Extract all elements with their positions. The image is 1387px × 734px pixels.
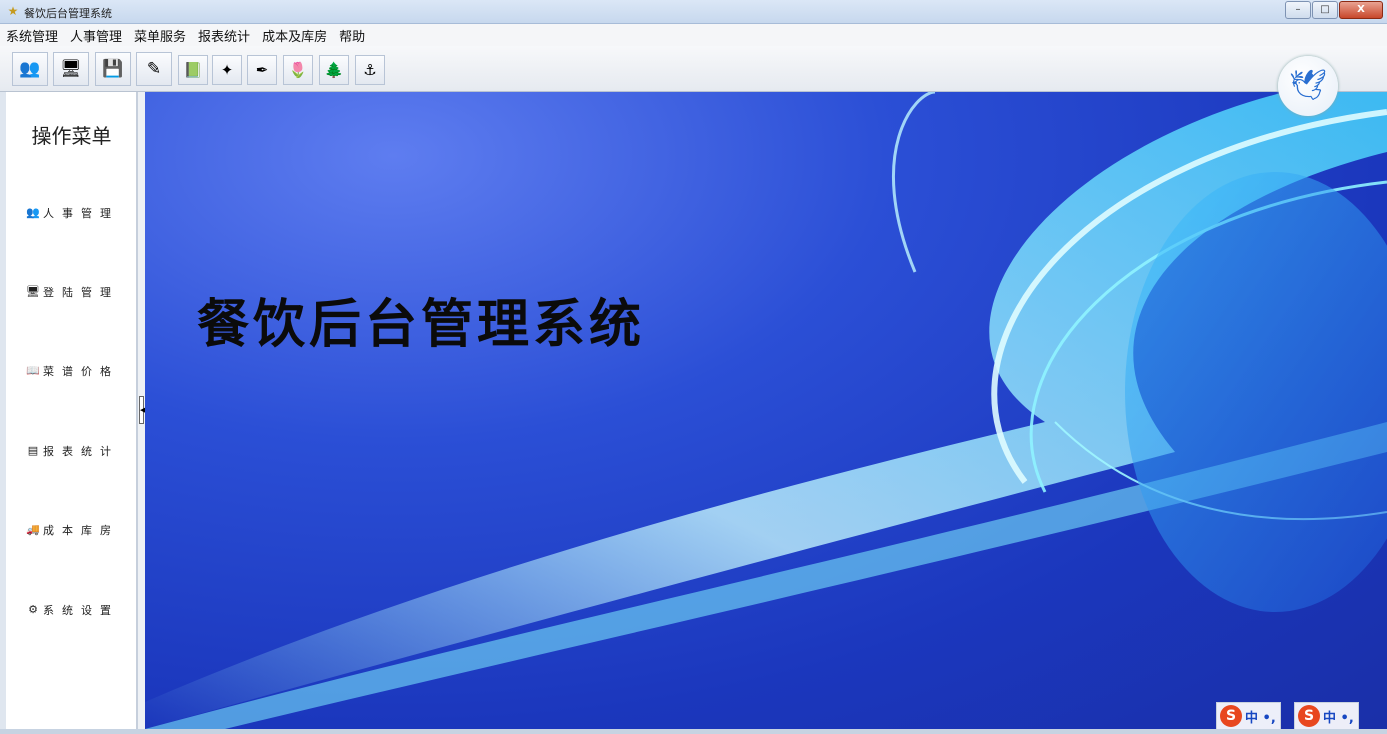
tree-icon: 🌲: [324, 61, 344, 79]
sidebar-item-label: 系统设置: [43, 604, 119, 617]
report-icon: ▤: [27, 444, 39, 457]
sidebar-item-login[interactable]: 🖥 登陆管理: [26, 284, 119, 300]
hero-title: 餐饮后台管理系统: [197, 294, 646, 355]
toolbar-tulip-button[interactable]: 🌷: [283, 55, 313, 85]
gear-icon: ⚙: [28, 603, 38, 616]
users-icon: 👥: [26, 206, 40, 219]
ime-status: 中 •,: [1323, 710, 1354, 726]
ime-tray-2[interactable]: S 中 •,: [1294, 702, 1359, 730]
sidebar-item-label: 报表统计: [43, 445, 119, 458]
window-controls: – □ X: [1284, 1, 1383, 19]
sidebar-title: 操作菜单: [31, 124, 112, 148]
sidebar-item-label: 登陆管理: [43, 286, 119, 299]
computer-icon: 🖥: [26, 285, 40, 298]
anchor-icon: ⚓: [363, 61, 377, 79]
edit-icon: ✎: [146, 59, 162, 79]
maximize-button[interactable]: □: [1312, 1, 1338, 19]
toolbar-monitor-button[interactable]: 🖥: [53, 52, 89, 86]
sidebar-item-label: 菜谱价格: [43, 365, 119, 378]
menu-menu-service[interactable]: 菜单服务: [134, 26, 186, 45]
users-icon: 👥: [19, 59, 41, 79]
title-bar: ★ 餐饮后台管理系统 – □ X: [0, 0, 1387, 24]
book-icon: 📗: [183, 61, 203, 79]
menu-bar: 系统管理 人事管理 菜单服务 报表统计 成本及库房 帮助: [0, 24, 1387, 46]
main-panel: 餐饮后台管理系统: [145, 92, 1387, 729]
toolbar-save-button[interactable]: 💾: [95, 52, 131, 86]
toolbar-edit-button[interactable]: ✎: [136, 52, 172, 86]
menu-cost-warehouse[interactable]: 成本及库房: [262, 26, 327, 45]
monitor-icon: 🖥: [60, 59, 82, 79]
book-icon: 📖: [26, 364, 40, 377]
bird-logo-icon: 🕊: [1278, 56, 1338, 116]
ime-status: 中 •,: [1245, 710, 1276, 726]
sidebar-item-menu-price[interactable]: 📖 菜谱价格: [26, 363, 119, 379]
pen-icon: ✒: [255, 61, 269, 79]
ime-tray-1[interactable]: S 中 •,: [1216, 702, 1281, 730]
sidebar-item-settings[interactable]: ⚙ 系统设置: [26, 602, 119, 618]
background-swirl: [145, 92, 1387, 729]
sidebar-item-cost-warehouse[interactable]: 🚚 成本库房: [26, 522, 119, 538]
operation-menu: 操作菜单 👥 人事管理 🖥 登陆管理 📖 菜谱价格 ▤ 报表统计 🚚 成本库房 …: [6, 92, 137, 734]
toolbar-tree-button[interactable]: 🌲: [319, 55, 349, 85]
save-icon: 💾: [102, 59, 124, 79]
toolbar: 👥 🖥 💾 ✎ 📗 ✦ ✒ 🌷 🌲 ⚓: [0, 46, 1387, 92]
tulip-icon: 🌷: [288, 61, 308, 79]
truck-icon: 🚚: [26, 523, 40, 536]
menu-personnel[interactable]: 人事管理: [70, 26, 122, 45]
toolbar-anchor-button[interactable]: ⚓: [355, 55, 385, 85]
sogou-icon: S: [1220, 705, 1242, 727]
toolbar-star-button[interactable]: ✦: [212, 55, 242, 85]
sidebar-item-label: 人事管理: [43, 207, 119, 220]
menu-help[interactable]: 帮助: [339, 26, 365, 45]
sidebar-item-label: 成本库房: [43, 524, 119, 537]
status-strip: [0, 729, 1387, 734]
menu-system[interactable]: 系统管理: [6, 26, 58, 45]
window-title: 餐饮后台管理系统: [24, 7, 112, 20]
menu-reports[interactable]: 报表统计: [198, 26, 250, 45]
toolbar-book-button[interactable]: 📗: [178, 55, 208, 85]
toolbar-users-button[interactable]: 👥: [12, 52, 48, 86]
toolbar-pen-button[interactable]: ✒: [247, 55, 277, 85]
collapse-sidebar-handle[interactable]: ◀: [139, 396, 145, 424]
sogou-icon: S: [1298, 705, 1320, 727]
close-button[interactable]: X: [1339, 1, 1383, 19]
app-icon: ★: [7, 4, 19, 18]
sidebar-item-reports[interactable]: ▤ 报表统计: [26, 443, 119, 459]
sidebar-item-personnel[interactable]: 👥 人事管理: [26, 205, 119, 221]
star-icon: ✦: [220, 61, 234, 79]
minimize-button[interactable]: –: [1285, 1, 1311, 19]
